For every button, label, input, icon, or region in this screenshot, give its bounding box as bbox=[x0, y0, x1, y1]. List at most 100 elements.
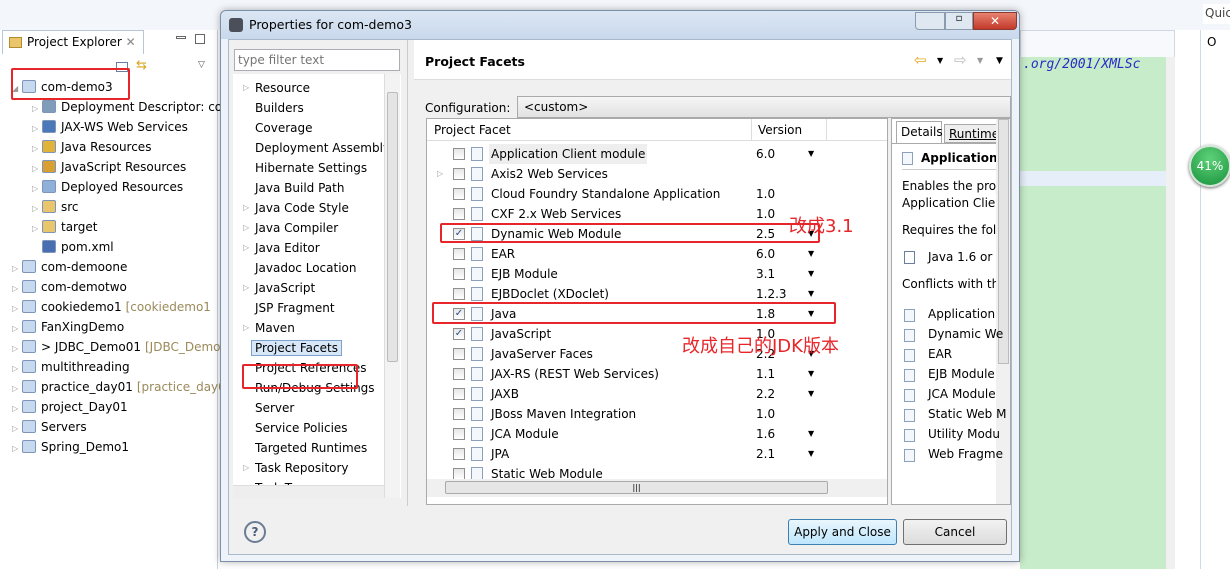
expand-arrow-icon[interactable]: ▷ bbox=[243, 78, 249, 98]
quick-access-field[interactable]: Quic bbox=[1203, 4, 1230, 24]
expand-arrow-icon[interactable]: ▷ bbox=[437, 164, 443, 184]
nav-item[interactable]: ▷ Resource bbox=[243, 78, 310, 98]
tree-item[interactable]: ▷ practice_day01 [practice_day0 bbox=[12, 377, 226, 397]
nav-item[interactable]: Java Build Path bbox=[255, 178, 344, 198]
expand-arrow-icon[interactable]: ▷ bbox=[12, 279, 22, 299]
tab-details[interactable]: Details bbox=[896, 121, 943, 143]
editor-scrollbar[interactable] bbox=[1166, 57, 1175, 569]
expand-arrow-icon[interactable]: ▷ bbox=[12, 379, 22, 399]
column-header-version[interactable]: Version bbox=[758, 123, 802, 137]
expand-arrow-icon[interactable]: ▷ bbox=[12, 399, 22, 419]
nav-item[interactable]: ▷ Java Editor bbox=[243, 238, 320, 258]
table-hscrollbar[interactable]: ||| bbox=[427, 479, 887, 497]
sash[interactable] bbox=[407, 40, 413, 506]
expand-arrow-icon[interactable]: ▷ bbox=[243, 458, 249, 478]
nav-item[interactable]: Hibernate Settings bbox=[255, 158, 367, 178]
expand-arrow-icon[interactable]: ▷ bbox=[243, 318, 249, 338]
tree-item[interactable]: ▷ cookiedemo1 [cookiedemo1 bbox=[12, 297, 211, 317]
tree-item[interactable]: ▷ > JDBC_Demo01 [JDBC_Demo bbox=[12, 337, 221, 357]
facet-checkbox[interactable] bbox=[453, 388, 465, 400]
facet-row[interactable]: Cloud Foundry Standalone Application 1.0 bbox=[427, 184, 887, 204]
expand-arrow-icon[interactable]: ▷ bbox=[12, 339, 22, 359]
tree-item[interactable]: ▷ project_Day01 bbox=[12, 397, 128, 417]
link-editor-icon[interactable]: ⇆ bbox=[136, 58, 147, 73]
nav-item[interactable]: Targeted Runtimes bbox=[255, 438, 367, 458]
tree-item[interactable]: ▷ src bbox=[32, 197, 79, 217]
facet-checkbox[interactable] bbox=[453, 208, 465, 220]
expand-arrow-icon[interactable]: ▷ bbox=[243, 198, 249, 218]
version-dropdown-icon[interactable]: ▼ bbox=[808, 364, 814, 384]
help-icon[interactable]: ? bbox=[244, 521, 266, 543]
facet-row[interactable]: JBoss Maven Integration 1.0 bbox=[427, 404, 887, 424]
facet-checkbox[interactable] bbox=[453, 348, 465, 360]
facet-checkbox[interactable] bbox=[453, 188, 465, 200]
tree-item[interactable]: ▷ multithreading bbox=[12, 357, 130, 377]
facet-row[interactable]: EAR 6.0 ▼ bbox=[427, 244, 887, 264]
nav-item[interactable]: Server bbox=[255, 398, 294, 418]
tree-item[interactable]: ▷ JAX-WS Web Services bbox=[32, 117, 188, 137]
configuration-select[interactable]: <custom> bbox=[517, 96, 1011, 118]
facet-checkbox[interactable] bbox=[453, 288, 465, 300]
tree-item[interactable]: ▷ Java Resources bbox=[32, 137, 151, 157]
nav-item[interactable]: ▷ Java Code Style bbox=[243, 198, 349, 218]
nav-item[interactable]: ▷ Maven bbox=[243, 318, 295, 338]
view-menu-icon[interactable]: ▼ bbox=[996, 56, 1003, 66]
nav-item[interactable]: ▷ Task Repository bbox=[243, 458, 349, 478]
nav-hscrollbar[interactable] bbox=[233, 485, 384, 498]
version-dropdown-icon[interactable]: ▼ bbox=[808, 444, 814, 464]
nav-item[interactable]: ▷ Java Compiler bbox=[243, 218, 338, 238]
facet-checkbox[interactable] bbox=[453, 168, 465, 180]
minimize-window-button[interactable] bbox=[915, 12, 945, 30]
tree-item[interactable]: ▷ JavaScript Resources bbox=[32, 157, 186, 177]
version-dropdown-icon[interactable]: ▼ bbox=[808, 284, 814, 304]
nav-item[interactable]: Coverage bbox=[255, 118, 313, 138]
tree-item[interactable]: ▷ com-demoone bbox=[12, 257, 127, 277]
view-menu-icon[interactable]: ▽ bbox=[198, 60, 205, 70]
expand-arrow-icon[interactable]: ▷ bbox=[243, 238, 249, 258]
facet-checkbox[interactable] bbox=[453, 428, 465, 440]
expand-arrow-icon[interactable]: ▷ bbox=[243, 278, 249, 298]
tree-item[interactable]: ▷ target bbox=[32, 217, 98, 237]
facet-row[interactable]: JAXB 2.2 ▼ bbox=[427, 384, 887, 404]
nav-item[interactable]: JSP Fragment bbox=[255, 298, 335, 318]
expand-arrow-icon[interactable]: ▷ bbox=[12, 299, 22, 319]
facet-checkbox[interactable] bbox=[453, 368, 465, 380]
expand-arrow-icon[interactable]: ▷ bbox=[12, 259, 22, 279]
maximize-window-button[interactable]: ▫ bbox=[945, 12, 973, 30]
tree-item[interactable]: ▷ FanXingDemo bbox=[12, 317, 124, 337]
minimize-icon[interactable] bbox=[176, 36, 186, 39]
expand-arrow-icon[interactable]: ▷ bbox=[32, 179, 42, 199]
version-dropdown-icon[interactable]: ▼ bbox=[808, 264, 814, 284]
facet-checkbox[interactable] bbox=[453, 408, 465, 420]
expand-arrow-icon[interactable]: ▷ bbox=[32, 99, 42, 119]
facet-row[interactable]: JPA 2.1 ▼ bbox=[427, 444, 887, 464]
back-menu-icon[interactable]: ▼ bbox=[937, 56, 943, 65]
version-dropdown-icon[interactable]: ▼ bbox=[808, 144, 814, 164]
maximize-icon[interactable] bbox=[195, 34, 205, 44]
expand-arrow-icon[interactable]: ▷ bbox=[12, 439, 22, 459]
expand-arrow-icon[interactable]: ▷ bbox=[32, 119, 42, 139]
nav-item[interactable]: Project Facets bbox=[251, 338, 342, 358]
expand-arrow-icon[interactable]: ▷ bbox=[32, 139, 42, 159]
facet-checkbox[interactable] bbox=[453, 448, 465, 460]
column-header-facet[interactable]: Project Facet bbox=[434, 123, 511, 137]
close-window-button[interactable]: ✕ bbox=[973, 12, 1017, 30]
expand-arrow-icon[interactable]: ▷ bbox=[12, 419, 22, 439]
forward-arrow-icon[interactable]: ⇨ bbox=[954, 51, 967, 69]
facet-row[interactable]: Application Client module 6.0 ▼ bbox=[427, 144, 887, 164]
close-icon[interactable]: ✕ bbox=[126, 35, 136, 49]
tree-item[interactable]: ▷ Deployed Resources bbox=[32, 177, 183, 197]
nav-item[interactable]: Service Policies bbox=[255, 418, 348, 438]
version-dropdown-icon[interactable]: ▼ bbox=[808, 244, 814, 264]
expand-arrow-icon[interactable]: ▷ bbox=[32, 199, 42, 219]
expand-arrow-icon[interactable]: ▷ bbox=[243, 218, 249, 238]
expand-arrow-icon[interactable]: ▷ bbox=[32, 219, 42, 239]
cancel-button[interactable]: Cancel bbox=[903, 519, 1007, 545]
version-dropdown-icon[interactable]: ▼ bbox=[808, 384, 814, 404]
tree-item[interactable]: ▷ Spring_Demo1 bbox=[12, 437, 129, 457]
facet-checkbox[interactable] bbox=[453, 248, 465, 260]
facet-row[interactable]: JAX-RS (REST Web Services) 1.1 ▼ bbox=[427, 364, 887, 384]
filter-input[interactable] bbox=[234, 49, 400, 71]
expand-arrow-icon[interactable]: ▷ bbox=[32, 159, 42, 179]
facet-row[interactable]: JCA Module 1.6 ▼ bbox=[427, 424, 887, 444]
